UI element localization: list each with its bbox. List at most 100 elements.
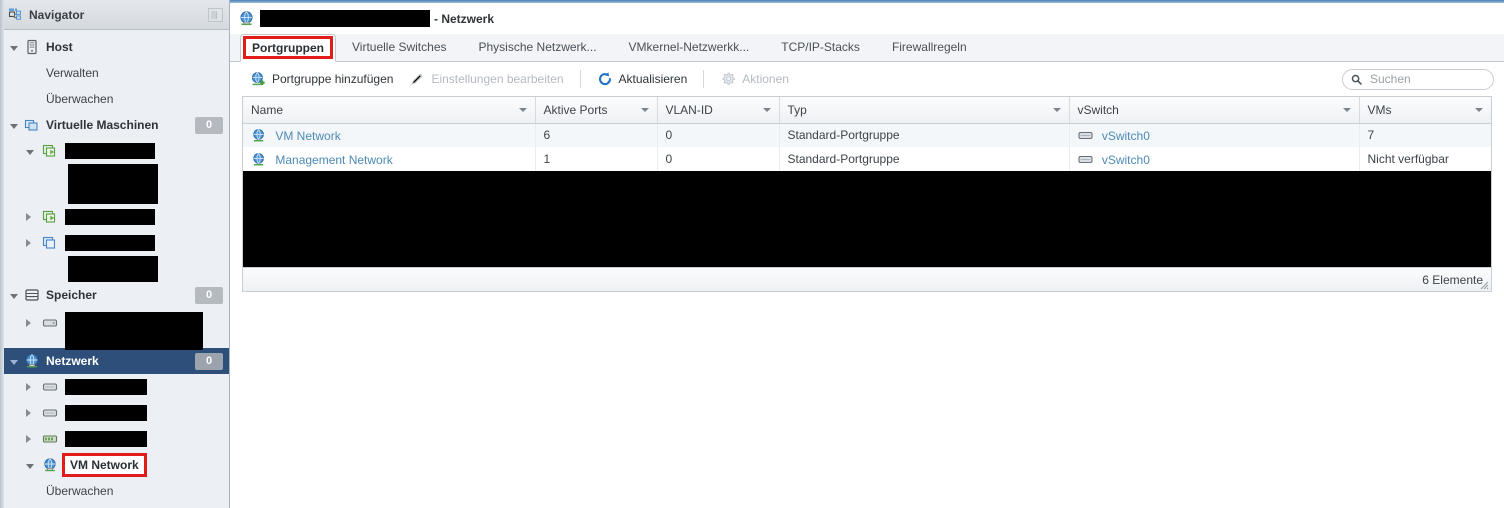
cell-vswitch-link[interactable]: vSwitch0 [1102,153,1150,167]
column-header-name-label: Name [251,102,284,117]
chevron-down-icon[interactable] [1475,107,1483,112]
chevron-down-icon[interactable] [1342,107,1351,112]
sidebar-group-virtual-machines[interactable]: Virtuelle Maschinen 0 [0,112,229,138]
sidebar-item-physical-nic[interactable] [0,426,229,452]
sidebar-item-vswitch-2[interactable] [0,400,229,426]
column-header-vms[interactable]: VMs [1359,97,1491,124]
cell-typ: Standard-Portgruppe [779,147,1070,171]
sidebar-item-vm-network-label: VM Network [62,453,147,477]
tab-virtuelle-switches[interactable]: Virtuelle Switches [336,34,463,61]
tab-vmkernel-netzwerkkarten[interactable]: VMkernel-Netzwerkk... [613,34,766,61]
refresh-button[interactable]: Aktualisieren [589,67,696,91]
sidebar-group-network[interactable]: Netzwerk 0 [0,348,229,374]
chevron-right-icon[interactable] [26,380,42,394]
network-icon [238,10,255,27]
vswitch-icon [1077,152,1094,167]
actions-button[interactable]: Aktionen [712,67,797,91]
chevron-down-icon[interactable] [762,107,771,112]
collapse-panel-icon[interactable] [208,7,223,22]
column-header-name[interactable]: Name [243,97,536,124]
chevron-down-icon[interactable] [518,107,527,112]
search-input[interactable] [1368,70,1485,88]
column-header-active-ports-label: Aktive Ports [543,102,608,117]
sidebar-vm-tail-redaction [0,256,229,282]
column-header-vswitch[interactable]: vSwitch [1069,97,1360,124]
sidebar-item-vm-3[interactable] [0,230,229,256]
tab-portgruppen-label: Portgruppen [243,36,333,59]
sidebar-item-vm-1[interactable] [0,138,229,164]
sidebar-item-vm-network[interactable]: VM Network [0,452,229,478]
cell-vswitch-link[interactable]: vSwitch0 [1102,129,1150,143]
cell-name-link[interactable]: VM Network [275,129,340,143]
chevron-down-icon[interactable] [1052,107,1061,112]
vm-group-icon [24,117,40,133]
chevron-down-icon[interactable] [10,118,24,132]
cell-name-link[interactable]: Management Network [275,153,392,167]
chevron-down-icon[interactable] [640,107,649,112]
search-icon [1351,74,1362,85]
chevron-right-icon[interactable] [26,210,42,224]
sidebar-item-vm-2[interactable] [0,204,229,230]
sidebar-item-verwalten[interactable]: Verwalten [0,60,229,86]
host-icon [24,39,40,55]
redacted-table-rows [243,171,1491,267]
sidebar-item-more-networks[interactable]: Mehr Netzwerke... [0,504,229,508]
navigator-sidebar: Navigator Host Verwalten Überwachen Virt… [0,0,230,508]
sidebar-item-ueberwachen-host[interactable]: Überwachen [0,86,229,112]
chevron-down-icon[interactable] [10,354,24,368]
cell-name[interactable]: VM Network [243,123,536,147]
sidebar-item-ueberwachen-network[interactable]: Überwachen [0,478,229,504]
tab-tcpip-stacks[interactable]: TCP/IP-Stacks [765,34,876,61]
redacted-datastore-name [65,312,203,350]
sidebar-item-vm-1-expanded-redaction [0,164,229,204]
cell-vswitch[interactable]: vSwitch0 [1069,147,1360,171]
tab-physische-netzwerkadapter[interactable]: Physische Netzwerk... [463,34,613,61]
chevron-down-icon[interactable] [26,144,42,158]
cell-vswitch[interactable]: vSwitch0 [1069,123,1360,147]
tab-portgruppen[interactable]: Portgruppen [240,34,336,62]
column-header-typ[interactable]: Typ [779,97,1070,124]
chevron-right-icon[interactable] [26,432,42,446]
redacted-nic-name [65,431,147,447]
column-header-vlan-id[interactable]: VLAN-ID [657,97,780,124]
sidebar-group-storage[interactable]: Speicher 0 [0,282,229,308]
sidebar-item-ueberwachen-network-label: Überwachen [46,484,114,498]
add-portgroup-button[interactable]: Portgruppe hinzufügen [242,67,401,91]
action-toolbar: Portgruppe hinzufügen Einstellungen bear… [230,62,1504,96]
navigator-header: Navigator [0,0,229,30]
actions-label: Aktionen [742,72,789,86]
vm-powered-on-icon [42,143,59,159]
chevron-right-icon[interactable] [26,406,42,420]
esxi-host-client: Navigator Host Verwalten Überwachen Virt… [0,0,1504,508]
chevron-down-icon[interactable] [10,40,24,54]
chevron-right-icon[interactable] [26,236,42,250]
column-header-active-ports[interactable]: Aktive Ports [535,97,658,124]
gear-icon [720,71,736,87]
sidebar-group-host[interactable]: Host [0,34,229,60]
vm-count-badge: 0 [195,116,223,134]
chevron-right-icon[interactable] [26,316,42,330]
edit-settings-label: Einstellungen bearbeiten [431,72,564,86]
table-footer: 6 Elemente [242,267,1492,292]
storage-icon [24,287,40,303]
redacted-vswitch-name [65,379,147,395]
sidebar-item-datastore-1[interactable] [0,308,229,350]
column-header-vms-label: VMs [1367,102,1392,117]
sidebar-item-vswitch-1[interactable] [0,374,229,400]
cell-vlan-id: 0 [657,123,780,147]
resize-grip-icon[interactable] [1478,279,1489,290]
navigator-icon [8,7,24,23]
search-box[interactable] [1342,68,1494,90]
table-row[interactable]: Management Network 1 0 Standard-Portgrup… [243,147,1491,171]
tab-firewallregeln[interactable]: Firewallregeln [876,34,983,61]
chevron-down-icon[interactable] [26,458,42,472]
chevron-down-icon[interactable] [10,288,24,302]
table-row[interactable]: VM Network 6 0 Standard-Portgruppe vSwit… [243,123,1491,147]
edit-settings-button[interactable]: Einstellungen bearbeiten [401,67,571,91]
cell-name[interactable]: Management Network [243,147,536,171]
portgroup-icon [251,152,267,167]
column-header-vlan-id-label: VLAN-ID [665,102,713,117]
main-content: - Netzwerk Portgruppen Virtuelle Switche… [230,0,1504,508]
vm-powered-on-icon [42,209,59,225]
vswitch-icon [42,405,59,421]
